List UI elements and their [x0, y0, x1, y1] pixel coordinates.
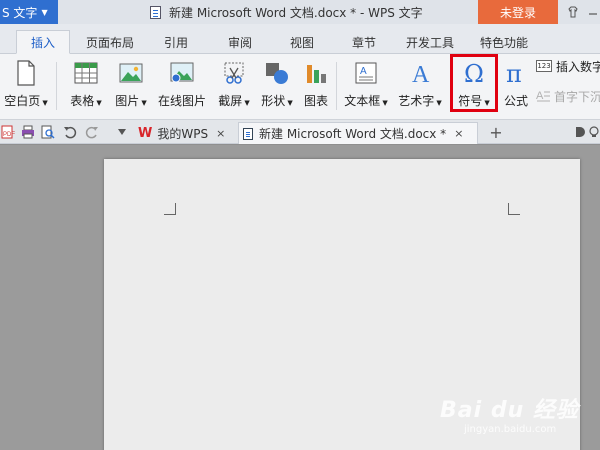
drop-cap-label: 首字下沉 — [554, 89, 600, 104]
bar-chart-icon — [303, 60, 329, 86]
picture-icon — [118, 60, 144, 86]
document-tab-bar: PDF W 我的WPS × 新建 Microsoft Word 文档.docx … — [0, 120, 600, 144]
doc-tab-current[interactable]: 新建 Microsoft Word 文档.docx * × — [238, 122, 478, 144]
formula-button[interactable]: π 公式 — [500, 58, 532, 116]
print-preview-icon[interactable] — [40, 124, 56, 140]
insert-number-label: 插入数字 — [556, 59, 600, 74]
document-icon — [150, 5, 161, 19]
blank-page-label: 空白页 — [4, 94, 41, 108]
wordart-button[interactable]: A 艺术字 ▼ — [394, 58, 446, 116]
chevron-down-icon: ▼ — [244, 99, 250, 107]
symbol-highlight-box — [450, 54, 498, 112]
wordart-label: 艺术字 — [398, 94, 435, 108]
tab-developer-tools[interactable]: 开发工具 — [400, 30, 460, 54]
table-label: 表格 — [70, 94, 95, 108]
skin-icon[interactable] — [562, 0, 584, 24]
close-icon[interactable]: × — [454, 127, 463, 140]
svg-text:A: A — [536, 90, 544, 102]
shape-button[interactable]: 形状 ▼ — [256, 58, 298, 116]
document-icon — [243, 127, 253, 140]
doc-tab-label: 新建 Microsoft Word 文档.docx * — [259, 127, 447, 141]
formula-label: 公式 — [503, 94, 528, 108]
lightbulb-icon[interactable] — [586, 124, 600, 140]
window-title: 新建 Microsoft Word 文档.docx * - WPS 文字 — [150, 0, 423, 24]
chevron-down-icon: ▼ — [382, 99, 388, 107]
picture-button[interactable]: 图片 ▼ — [110, 58, 152, 116]
print-icon[interactable] — [20, 124, 36, 140]
online-picture-label: 在线图片 — [157, 94, 206, 108]
app-menu-label: S 文字 — [2, 5, 38, 20]
svg-text:A: A — [412, 62, 430, 86]
chevron-down-icon[interactable] — [114, 124, 130, 140]
number-icon: 123 — [536, 60, 552, 72]
textbox-label: 文本框 — [344, 94, 381, 108]
scissors-icon — [221, 60, 247, 86]
chevron-down-icon: ▼ — [41, 7, 48, 17]
drop-cap-icon: A — [536, 88, 550, 105]
chevron-down-icon: ▼ — [96, 99, 102, 107]
pi-icon: π — [503, 60, 529, 86]
redo-icon[interactable] — [84, 124, 100, 140]
tab-page-layout[interactable]: 页面布局 — [80, 30, 140, 54]
chevron-down-icon: ▼ — [141, 99, 147, 107]
online-picture-icon — [169, 60, 195, 86]
chart-label: 图表 — [303, 94, 328, 108]
tab-chapter[interactable]: 章节 — [344, 30, 384, 54]
doc-tab-label: 我的WPS — [157, 126, 209, 141]
chevron-down-icon: ▼ — [42, 99, 48, 107]
export-pdf-icon[interactable]: PDF — [0, 124, 16, 140]
svg-text:π: π — [506, 60, 522, 86]
margin-corner-top-left — [164, 203, 176, 215]
title-bar: S 文字 ▼ 新建 Microsoft Word 文档.docx * - WPS… — [0, 0, 600, 24]
insert-number-button[interactable]: 123 插入数字 — [536, 56, 600, 76]
tab-view[interactable]: 视图 — [282, 30, 322, 54]
undo-icon[interactable] — [62, 124, 78, 140]
screenshot-button[interactable]: 截屏 ▼ — [212, 58, 256, 116]
textbox-icon: A — [353, 60, 379, 86]
screenshot-label: 截屏 — [218, 94, 243, 108]
blank-page-button[interactable]: 空白页 ▼ — [2, 58, 50, 116]
ribbon-divider — [56, 62, 57, 110]
table-icon — [73, 60, 99, 86]
chart-button[interactable]: 图表 — [300, 58, 332, 116]
doc-tab-my-wps[interactable]: W 我的WPS × — [134, 122, 238, 144]
tab-special-features[interactable]: 特色功能 — [474, 30, 534, 54]
tab-insert[interactable]: 插入 — [16, 30, 70, 54]
wps-logo-icon: W — [138, 125, 153, 141]
picture-label: 图片 — [115, 94, 140, 108]
close-icon[interactable]: × — [216, 127, 225, 140]
margin-corner-top-right — [508, 203, 520, 215]
tab-review[interactable]: 审阅 — [220, 30, 260, 54]
chevron-down-icon: ▼ — [287, 99, 293, 107]
chevron-down-icon: ▼ — [436, 99, 442, 107]
ribbon-divider — [336, 62, 337, 110]
ribbon-insert: 空白页 ▼ 表格 ▼ 图片 ▼ 在线图片 截屏 ▼ 形状 ▼ 图表 A 文本框 … — [0, 54, 600, 120]
svg-text:PDF: PDF — [3, 132, 15, 138]
minimize-icon[interactable] — [582, 0, 600, 24]
textbox-button[interactable]: A 文本框 ▼ — [340, 58, 392, 116]
table-button[interactable]: 表格 ▼ — [64, 58, 108, 116]
watermark-line2: jingyan.baidu.com — [464, 424, 557, 435]
watermark-line1: Bai du 经验 — [440, 398, 579, 423]
shapes-icon — [264, 60, 290, 86]
svg-text:A: A — [360, 66, 367, 77]
tab-references[interactable]: 引用 — [156, 30, 196, 54]
shape-label: 形状 — [261, 94, 286, 108]
window-title-text: 新建 Microsoft Word 文档.docx * - WPS 文字 — [169, 5, 423, 20]
new-tab-button[interactable]: + — [488, 123, 504, 142]
menu-bar: 插入 页面布局 引用 审阅 视图 章节 开发工具 特色功能 — [0, 24, 600, 54]
blank-page-icon — [13, 60, 39, 86]
login-button[interactable]: 未登录 — [478, 0, 558, 24]
app-menu-button[interactable]: S 文字 ▼ — [0, 0, 58, 24]
wordart-icon: A — [407, 60, 433, 86]
drop-cap-button[interactable]: A 首字下沉 — [536, 86, 600, 106]
online-picture-button[interactable]: 在线图片 — [154, 58, 210, 116]
baidu-watermark: Bai du 经验 jingyan.baidu.com — [440, 392, 590, 444]
